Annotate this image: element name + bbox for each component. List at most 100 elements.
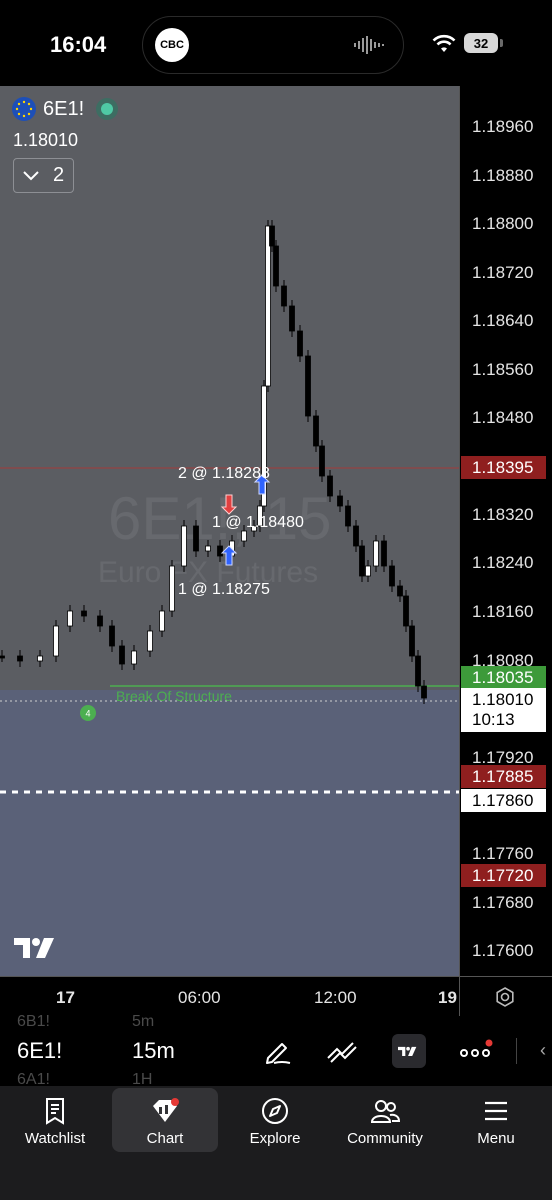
candle-body — [319, 445, 325, 477]
nav-label: Chart — [146, 1130, 184, 1147]
candle-body — [97, 615, 103, 627]
tradingview-icon — [398, 1046, 417, 1057]
candle-body — [415, 655, 421, 687]
candle-body — [373, 540, 379, 567]
nav-label: Community — [347, 1130, 423, 1147]
nav-community[interactable]: Community — [334, 1088, 436, 1152]
candle-body — [345, 505, 351, 527]
candle-body — [273, 245, 279, 287]
candle-body — [37, 655, 43, 662]
last-price: 1.18010 — [13, 130, 79, 150]
watchlist-icon — [46, 1098, 64, 1125]
candle-body — [67, 610, 73, 627]
candle-body — [381, 540, 387, 567]
euro-flag-icon — [12, 97, 36, 121]
tradingview-logo[interactable] — [14, 934, 62, 960]
candle-body — [17, 655, 23, 662]
trade-label: 1 @ 1.18275 — [178, 581, 270, 598]
price-tick: 1.18720 — [472, 263, 534, 282]
candle-body — [327, 475, 333, 497]
level-price-tag: 1.17860 — [461, 789, 546, 812]
candle-body — [305, 355, 311, 417]
chart-icon — [153, 1098, 179, 1122]
symbol-picker[interactable]: 6E1! — [17, 1038, 62, 1064]
candle-body — [81, 610, 87, 617]
bos-marker-text: 4 — [85, 709, 90, 719]
candle-body — [119, 645, 125, 665]
price-tick: 1.18240 — [472, 553, 534, 572]
dynamic-island[interactable]: CBC — [142, 16, 404, 74]
ghost-interval-above: 5m — [132, 1013, 155, 1030]
candle-body — [397, 585, 403, 597]
candle-body — [421, 685, 427, 699]
trade-label: 2 @ 1.18288 — [178, 465, 270, 482]
candle-body — [297, 330, 303, 357]
time-label: 17 — [56, 988, 75, 1007]
price-tick: 1.18800 — [472, 214, 534, 233]
axis-divider — [459, 977, 460, 1017]
chevron-down-icon — [23, 170, 39, 180]
nav-label: Explore — [249, 1130, 301, 1147]
nav-chart[interactable]: Chart — [112, 1088, 218, 1152]
market-open-icon — [96, 98, 119, 120]
candle-body — [403, 595, 409, 627]
price-tick: 1.18480 — [472, 408, 534, 427]
candle-body — [359, 545, 365, 577]
sell-arrow — [220, 494, 238, 515]
menu-icon — [485, 1101, 507, 1121]
price-axis[interactable]: 1.18960 1.18880 1.18800 1.18720 1.18640 … — [459, 86, 552, 976]
bos-marker[interactable]: 4 — [79, 704, 97, 722]
price-tick: 1.18880 — [472, 166, 534, 185]
chart-symbol: 6E1! — [43, 97, 85, 120]
candle-body — [409, 625, 415, 657]
candle-body — [193, 525, 199, 552]
bottom-nav: Watchlist Chart Explore Community Menu — [0, 1086, 552, 1200]
status-time: 16:04 — [50, 32, 107, 57]
nav-watchlist[interactable]: Watchlist — [14, 1088, 96, 1152]
candle-body — [337, 495, 343, 507]
price-tick: 1.18960 — [472, 117, 534, 136]
candle-body — [147, 630, 153, 652]
candle-body — [269, 225, 275, 247]
candle-body — [289, 305, 295, 332]
nav-label: Watchlist — [24, 1130, 86, 1147]
candle-body — [205, 545, 211, 552]
chart-canvas[interactable]: 6E1!, 15 Euro FX Futures 6E1! 1.18010 2 … — [0, 86, 459, 976]
candle-body — [0, 655, 5, 659]
candle-body — [181, 525, 187, 567]
nav-menu[interactable]: Menu — [462, 1088, 530, 1152]
tradingview-indicators-button[interactable] — [392, 1034, 426, 1068]
price-tick: 1.17760 — [472, 844, 534, 863]
candle-body — [241, 530, 247, 542]
ghost-symbol-above: 6B1! — [17, 1013, 50, 1030]
trade-label: 1 @ 1.18480 — [212, 514, 304, 531]
collapse-indicators-button[interactable]: 2 — [13, 158, 74, 193]
candle-body — [281, 285, 287, 307]
current-price-tag: 1.18010 10:13 — [461, 688, 546, 732]
time-label: 06:00 — [178, 988, 221, 1007]
drawing-tools-icon[interactable] — [260, 1034, 294, 1068]
audio-wave-icon — [354, 36, 384, 54]
more-options-icon[interactable] — [459, 1036, 493, 1066]
time-label: 12:00 — [314, 988, 357, 1007]
chart-settings-icon[interactable] — [494, 986, 516, 1008]
price-tick: 1.18640 — [472, 311, 534, 330]
nav-explore[interactable]: Explore — [236, 1088, 314, 1152]
symbol-header[interactable]: 6E1! — [12, 96, 119, 122]
candle-body — [109, 625, 115, 647]
time-axis[interactable]: 17 06:00 12:00 19 — [0, 976, 552, 1017]
candle-body — [313, 415, 319, 447]
scroll-left-icon[interactable]: ‹ — [540, 1040, 546, 1061]
interval-picker[interactable]: 15m — [132, 1038, 175, 1064]
candle-body — [159, 610, 165, 632]
candle-body — [217, 545, 223, 557]
price-tick: 1.17680 — [472, 893, 534, 912]
candle-body — [53, 625, 59, 657]
price-tick: 1.18560 — [472, 360, 534, 379]
current-price-value: 1.18010 — [472, 690, 534, 709]
level-price-tag: 1.17720 — [461, 864, 546, 887]
candle-body — [365, 565, 371, 577]
community-icon — [370, 1100, 400, 1123]
trend-line-icon[interactable] — [325, 1034, 359, 1068]
price-tick: 1.18320 — [472, 505, 534, 524]
